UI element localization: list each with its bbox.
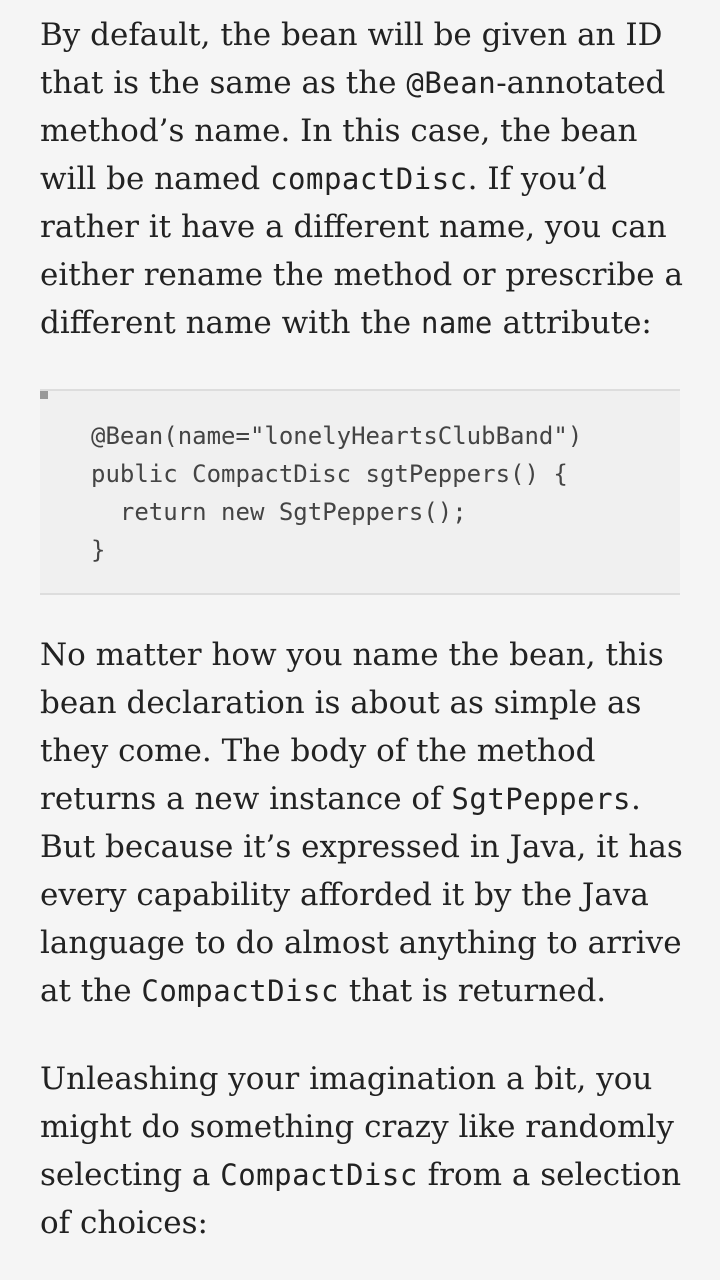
inline-code-sgtpeppers: SgtPeppers <box>451 782 632 816</box>
code-block-marker <box>40 391 48 399</box>
paragraph-bean-naming: By default, the bean will be given an ID… <box>40 11 690 347</box>
inline-code-bean-annotation: @Bean <box>406 66 497 100</box>
code-block: @Bean(name="lonelyHeartsClubBand") public… <box>40 389 680 595</box>
paragraph-imagination: Unleashing your imagination a bit, you m… <box>40 1055 690 1247</box>
code-line: public CompactDisc sgtPeppers() { <box>91 460 568 488</box>
paragraph-text: attribute: <box>492 305 652 341</box>
code-line: @Bean(name="lonelyHeartsClubBand") <box>91 422 583 450</box>
paragraph-bean-declaration: No matter how you name the bean, this be… <box>40 631 690 1015</box>
code-line: return new SgtPeppers(); <box>91 498 467 526</box>
code-listing: @Bean(name="lonelyHeartsClubBand") public… <box>91 417 582 569</box>
inline-code-compactdisc: CompactDisc <box>141 974 339 1008</box>
inline-code-compactdisc: CompactDisc <box>220 1158 418 1192</box>
inline-code-compactdisc: compactDisc <box>270 162 468 196</box>
inline-code-name: name <box>420 306 493 340</box>
code-line: } <box>91 536 106 564</box>
book-page: By default, the bean will be given an ID… <box>0 0 720 1280</box>
paragraph-text: that is returned. <box>338 973 607 1009</box>
